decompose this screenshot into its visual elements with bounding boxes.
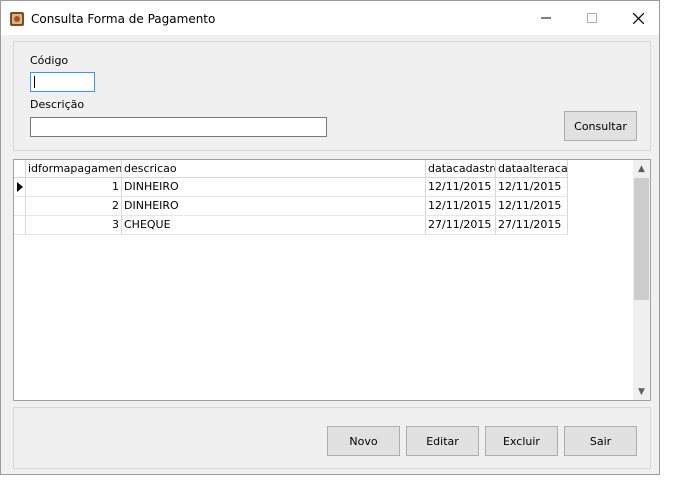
consultar-button[interactable]: Consultar — [564, 111, 637, 141]
novo-button[interactable]: Novo — [327, 426, 400, 456]
row-indicator — [14, 216, 26, 234]
descricao-label: Descrição — [30, 98, 85, 111]
filter-panel: Código Descrição Consultar — [13, 41, 651, 151]
cell-dataalteracao[interactable]: 12/11/2015 — [496, 178, 568, 196]
title-bar: Consulta Forma de Pagamento — [1, 1, 659, 35]
excluir-button[interactable]: Excluir — [485, 426, 558, 456]
scroll-down-icon[interactable]: ▼ — [633, 383, 650, 400]
cell-datacadastro[interactable]: 12/11/2015 — [426, 178, 496, 196]
maximize-icon — [587, 13, 597, 23]
vertical-scrollbar[interactable]: ▲ ▼ — [633, 160, 650, 400]
table-row[interactable]: 1 DINHEIRO 12/11/2015 12/11/2015 — [14, 178, 568, 197]
column-header-datacadastro[interactable]: datacadastro — [426, 160, 496, 178]
table-row[interactable]: 2 DINHEIRO 12/11/2015 12/11/2015 — [14, 197, 568, 216]
cell-datacadastro[interactable]: 12/11/2015 — [426, 197, 496, 215]
minimize-icon — [541, 17, 551, 19]
cell-idformapagamento[interactable]: 1 — [26, 178, 122, 196]
text-caret — [34, 76, 35, 88]
cell-idformapagamento[interactable]: 3 — [26, 216, 122, 234]
codigo-label: Código — [30, 54, 69, 67]
scroll-thumb[interactable] — [634, 178, 649, 300]
column-header-descricao[interactable]: descricao — [122, 160, 426, 178]
grid-rows: 1 DINHEIRO 12/11/2015 12/11/2015 2 DINHE… — [14, 178, 568, 235]
column-header-dataalteracao[interactable]: dataalteracao — [496, 160, 568, 178]
current-row-arrow-icon — [17, 182, 23, 192]
grid-header: idformapagamento descricao datacadastro … — [14, 160, 568, 178]
column-header-idformapagamento[interactable]: idformapagamento — [26, 160, 122, 178]
close-button[interactable] — [615, 1, 661, 35]
codigo-input[interactable] — [30, 72, 95, 92]
editar-button[interactable]: Editar — [406, 426, 479, 456]
scroll-up-icon[interactable]: ▲ — [633, 160, 650, 177]
sair-button[interactable]: Sair — [564, 426, 637, 456]
descricao-input[interactable] — [30, 117, 327, 137]
cell-descricao[interactable]: DINHEIRO — [122, 197, 426, 215]
row-indicator — [14, 178, 26, 196]
close-icon — [632, 12, 644, 24]
window-title: Consulta Forma de Pagamento — [31, 12, 216, 26]
cell-descricao[interactable]: CHEQUE — [122, 216, 426, 234]
app-icon — [10, 12, 24, 26]
results-grid[interactable]: idformapagamento descricao datacadastro … — [13, 159, 651, 401]
actions-panel: Novo Editar Excluir Sair — [13, 407, 651, 469]
app-window: Consulta Forma de Pagamento Código Descr… — [0, 0, 660, 475]
maximize-button[interactable] — [569, 1, 615, 35]
cell-descricao[interactable]: DINHEIRO — [122, 178, 426, 196]
minimize-button[interactable] — [523, 1, 569, 35]
cell-dataalteracao[interactable]: 12/11/2015 — [496, 197, 568, 215]
cell-datacadastro[interactable]: 27/11/2015 — [426, 216, 496, 234]
cell-idformapagamento[interactable]: 2 — [26, 197, 122, 215]
cell-dataalteracao[interactable]: 27/11/2015 — [496, 216, 568, 234]
row-indicator — [14, 197, 26, 215]
row-indicator-header — [14, 160, 26, 178]
table-row[interactable]: 3 CHEQUE 27/11/2015 27/11/2015 — [14, 216, 568, 235]
